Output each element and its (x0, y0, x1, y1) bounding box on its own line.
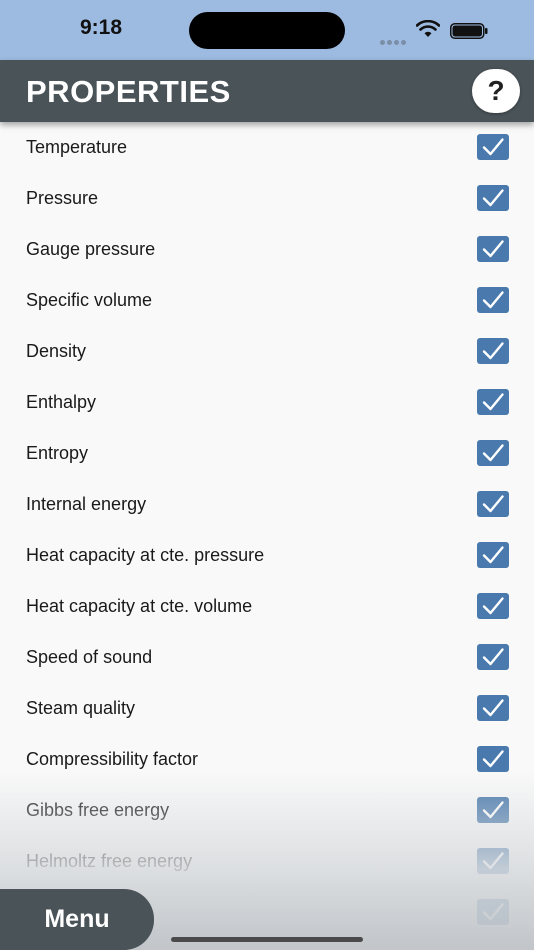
property-checkbox[interactable] (477, 236, 509, 262)
property-row[interactable]: Enthalpy (0, 377, 534, 428)
property-row[interactable]: Compressibility factor (0, 734, 534, 785)
property-row[interactable]: Helmoltz free energy (0, 836, 534, 887)
property-label: Speed of sound (26, 647, 153, 667)
property-label: Steam quality (26, 698, 136, 718)
checkmark-icon (482, 852, 504, 870)
property-row[interactable]: Gibbs free energy (0, 785, 534, 836)
checkmark-icon (482, 138, 504, 156)
property-checkbox[interactable] (477, 338, 509, 364)
property-row[interactable]: Internal energy (0, 479, 534, 530)
checkmark-icon (482, 750, 504, 768)
property-checkbox[interactable] (477, 848, 509, 874)
property-row[interactable]: Temperature (0, 122, 534, 173)
checkmark-icon (482, 699, 504, 717)
status-time: 9:18 (79, 16, 123, 39)
checkmark-icon (482, 240, 504, 258)
dynamic-island (189, 12, 345, 49)
property-label: Enthalpy (26, 392, 97, 412)
property-row[interactable]: Entropy (0, 428, 534, 479)
property-checkbox[interactable] (477, 797, 509, 823)
page-title: PROPERTIES (26, 74, 231, 109)
property-label: Entropy (26, 443, 89, 463)
property-checkbox[interactable] (477, 440, 509, 466)
property-checkbox[interactable] (477, 185, 509, 211)
property-checkbox[interactable] (477, 542, 509, 568)
property-row[interactable]: Speed of sound (0, 632, 534, 683)
property-checkbox[interactable] (477, 695, 509, 721)
property-row[interactable]: Heat capacity at cte. pressure (0, 530, 534, 581)
property-label: Gauge pressure (26, 239, 156, 259)
checkmark-icon (482, 189, 504, 207)
property-checkbox[interactable] (477, 899, 509, 925)
property-label: Temperature (26, 137, 128, 157)
property-label: Helmoltz free energy (26, 851, 193, 871)
properties-list: Temperature Pressure Gauge pressure Specifi… (0, 122, 534, 938)
property-row[interactable]: Gauge pressure (0, 224, 534, 275)
status-icons (380, 20, 490, 45)
home-indicator (171, 937, 363, 942)
battery-icon (450, 23, 488, 39)
checkmark-icon (482, 342, 504, 360)
property-row[interactable]: Density (0, 326, 534, 377)
property-checkbox[interactable] (477, 134, 509, 160)
signal-dots-icon (380, 32, 408, 50)
header-bar: PROPERTIES ? (0, 60, 534, 122)
checkmark-icon (482, 495, 504, 513)
property-label: Heat capacity at cte. pressure (26, 545, 265, 565)
property-row[interactable]: Steam quality (0, 683, 534, 734)
checkmark-icon (482, 444, 504, 462)
checkmark-icon (482, 546, 504, 564)
checkmark-icon (482, 291, 504, 309)
property-row[interactable]: Specific volume (0, 275, 534, 326)
checkmark-icon (482, 801, 504, 819)
property-label: Heat capacity at cte. volume (26, 596, 253, 616)
wifi-icon (416, 20, 440, 37)
menu-button[interactable]: Menu (0, 889, 154, 950)
property-checkbox[interactable] (477, 287, 509, 313)
property-label: Pressure (26, 188, 99, 208)
property-checkbox[interactable] (477, 746, 509, 772)
checkmark-icon (482, 393, 504, 411)
status-bar: 9:18 (0, 0, 534, 60)
property-checkbox[interactable] (477, 389, 509, 415)
property-checkbox[interactable] (477, 644, 509, 670)
property-checkbox[interactable] (477, 491, 509, 517)
checkmark-icon (482, 903, 504, 921)
property-label: Compressibility factor (26, 749, 199, 769)
property-label: Internal energy (26, 494, 147, 514)
property-label: Density (26, 341, 87, 361)
property-checkbox[interactable] (477, 593, 509, 619)
property-label: Specific volume (26, 290, 153, 310)
help-button[interactable]: ? (472, 69, 520, 113)
checkmark-icon (482, 597, 504, 615)
property-row[interactable]: Pressure (0, 173, 534, 224)
property-row[interactable]: Heat capacity at cte. volume (0, 581, 534, 632)
checkmark-icon (482, 648, 504, 666)
property-label: Gibbs free energy (26, 800, 170, 820)
